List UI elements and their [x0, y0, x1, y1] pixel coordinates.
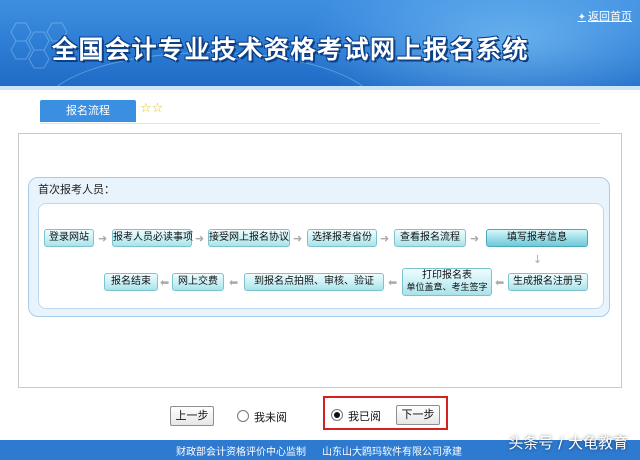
- flow-step-select-province[interactable]: 选择报考省份: [307, 229, 377, 247]
- watermark: 头条号 / 大龟教育: [508, 434, 628, 452]
- flow-step-login[interactable]: 登录网站: [44, 229, 94, 247]
- flow-step-accept-agreement[interactable]: 接受网上报名协议: [208, 229, 290, 247]
- flow-step-read-notice[interactable]: 报考人员必读事项: [112, 229, 193, 247]
- star-icon: ✦: [577, 12, 586, 23]
- flow-step-view-flow[interactable]: 查看报名流程: [394, 229, 466, 247]
- arrow-left-icon: ⬅: [495, 276, 505, 289]
- arrow-right-icon: ➜: [98, 232, 108, 245]
- arrow-left-icon: ⬅: [160, 276, 170, 289]
- site-title: 全国会计专业技术资格考试网上报名系统: [52, 35, 530, 64]
- flow-step-online-payment[interactable]: 网上交费: [172, 273, 224, 291]
- flow-step-print-form-line2: 单位盖章、考生签字: [406, 283, 488, 293]
- flow-step-photo-verify[interactable]: 到报名点拍照、审核、验证: [244, 273, 384, 291]
- header-banner: 全国会计专业技术资格考试网上报名系统 ✦ 返回首页: [0, 0, 640, 86]
- footer-developer: 山东山大鸥玛软件有限公司承建: [322, 447, 462, 458]
- read-label: 我已阅: [348, 410, 381, 423]
- flow-step-fill-info[interactable]: 填写报考信息: [486, 229, 588, 247]
- arrow-right-icon: ➜: [195, 232, 205, 245]
- read-radio[interactable]: [331, 409, 343, 421]
- flow-diagram: [38, 203, 604, 309]
- not-read-label: 我未阅: [254, 411, 287, 424]
- home-link[interactable]: ✦ 返回首页: [578, 8, 632, 24]
- tab-bar: 报名流程 ☆☆: [40, 100, 600, 124]
- prev-button[interactable]: 上一步: [170, 406, 214, 426]
- home-link-label: 返回首页: [588, 10, 632, 23]
- flow-step-finish[interactable]: 报名结束: [104, 273, 158, 291]
- arrow-left-icon: ⬅: [388, 276, 398, 289]
- star-decoration-icon: ☆☆: [140, 101, 164, 116]
- tab-registration-flow[interactable]: 报名流程: [40, 100, 136, 122]
- arrow-down-icon: ↓: [533, 253, 543, 266]
- next-button[interactable]: 下一步: [396, 405, 440, 425]
- arrow-right-icon: ➜: [293, 232, 303, 245]
- flow-step-print-form[interactable]: 打印报名表 单位盖章、考生签字: [402, 268, 492, 296]
- footer-supervisor: 财政部会计资格评价中心监制: [176, 447, 306, 458]
- arrow-right-icon: ➜: [470, 232, 480, 245]
- arrow-left-icon: ⬅: [229, 276, 239, 289]
- banner-divider: [0, 86, 640, 90]
- arrow-right-icon: ➜: [380, 232, 390, 245]
- panel-title: 首次报考人员：: [38, 183, 115, 196]
- flow-step-generate-number[interactable]: 生成报名注册号: [508, 273, 588, 291]
- not-read-radio[interactable]: [237, 410, 249, 422]
- flow-step-print-form-line1: 打印报名表: [422, 270, 472, 281]
